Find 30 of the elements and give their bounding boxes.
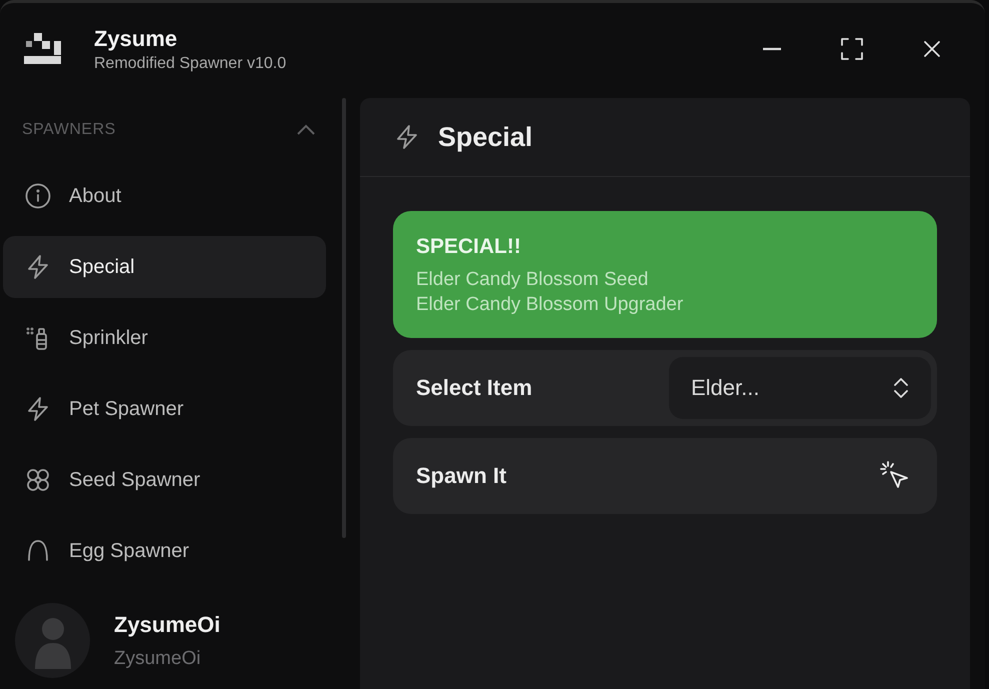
notice-text: Elder Candy Blossom Upgrader	[416, 294, 684, 316]
page-title: Special	[438, 122, 533, 152]
chevron-up-icon[interactable]	[296, 124, 316, 136]
lightning-icon	[25, 254, 51, 280]
sidebar-item[interactable]: Sprinkler	[3, 307, 326, 369]
app-title: Zysume	[94, 26, 178, 52]
user-name: ZysumeOi	[114, 612, 220, 638]
minimize-icon	[762, 47, 782, 51]
item-dropdown[interactable]: Elder...	[669, 357, 931, 419]
sidebar-item[interactable]: Seed Spawner	[3, 449, 326, 511]
user-handle: ZysumeOi	[114, 648, 202, 670]
dropdown-label: Select Item	[416, 375, 532, 401]
app-subtitle: Remodified Spawner v10.0	[94, 54, 286, 72]
lightning-icon	[25, 396, 51, 422]
notice-heading: SPECIAL!!	[416, 235, 522, 259]
sidebar-item[interactable]: About	[3, 165, 326, 227]
notice-text: Elder Candy Blossom Seed	[416, 269, 650, 291]
sidebar-item[interactable]: Egg Spawner	[3, 520, 326, 582]
sidebar-item[interactable]: Pet Spawner	[3, 378, 326, 440]
close-icon	[923, 40, 941, 58]
logo-icon	[22, 31, 62, 67]
spawn-button[interactable]: Spawn It	[393, 438, 937, 514]
sidebar-item[interactable]: Special	[3, 236, 326, 298]
lightning-icon	[394, 124, 420, 150]
info-icon	[25, 183, 51, 209]
flower-icon	[25, 467, 51, 493]
up-down-chevron-icon	[893, 376, 909, 400]
section-label: SPAWNERS	[22, 121, 116, 139]
maximize-icon	[840, 37, 864, 61]
egg-icon	[25, 538, 51, 564]
